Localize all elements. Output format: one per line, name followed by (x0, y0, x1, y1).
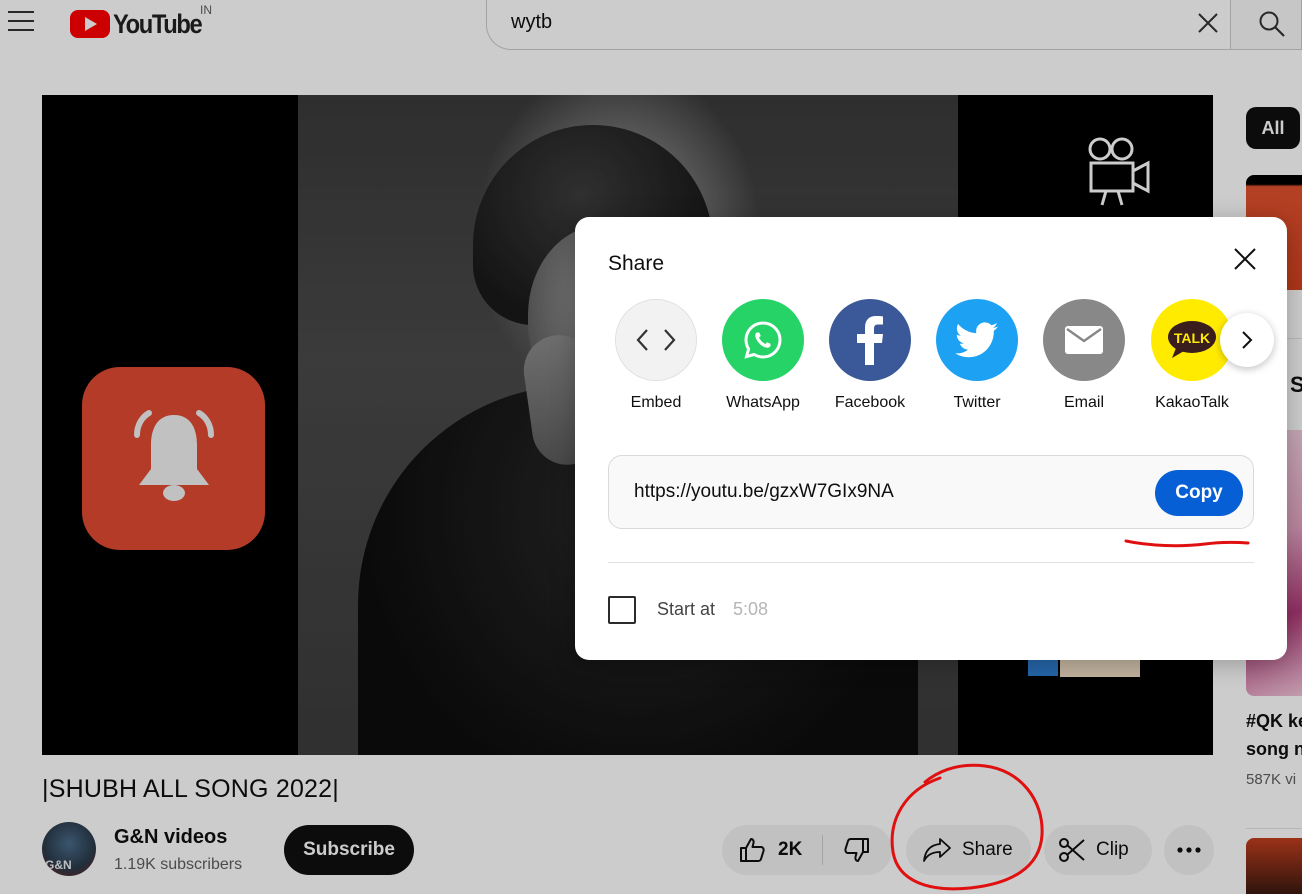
divider (608, 562, 1254, 563)
embed-code-icon (615, 299, 697, 381)
whatsapp-icon (722, 299, 804, 381)
share-target-label: Twitter (953, 394, 1001, 411)
email-envelope-icon (1043, 299, 1125, 381)
close-icon[interactable] (1233, 247, 1257, 271)
share-target-label: Embed (630, 394, 682, 411)
share-target-label: KakaoTalk (1155, 394, 1229, 411)
share-target-email[interactable]: Email (1034, 299, 1134, 412)
share-target-twitter[interactable]: Twitter (927, 299, 1027, 412)
share-target-label: Facebook (834, 394, 906, 411)
start-at-label: Start at (657, 599, 716, 619)
dialog-title: Share (608, 252, 665, 275)
share-target-label: Email (1063, 394, 1104, 411)
share-target-embed[interactable]: Embed (606, 299, 706, 412)
kakaotalk-badge: TALK (1173, 329, 1211, 346)
twitter-bird-icon (936, 299, 1018, 381)
chevron-right-icon (1242, 331, 1253, 349)
share-url[interactable]: https://youtu.be/gzxW7GIx9NA (634, 481, 894, 503)
start-at-checkbox[interactable] (608, 596, 636, 624)
next-targets-button[interactable] (1220, 313, 1274, 367)
share-target-facebook[interactable]: Facebook (820, 299, 920, 412)
share-url-field[interactable]: https://youtu.be/gzxW7GIx9NA Copy (608, 455, 1254, 529)
share-dialog: Share Embed WhatsApp Facebook Twitter Em… (575, 217, 1287, 660)
facebook-icon (829, 299, 911, 381)
copy-button[interactable]: Copy (1155, 470, 1243, 516)
start-at-time[interactable]: 5:08 (733, 599, 768, 620)
share-target-whatsapp[interactable]: WhatsApp (713, 299, 813, 412)
share-target-label: WhatsApp (726, 394, 800, 411)
